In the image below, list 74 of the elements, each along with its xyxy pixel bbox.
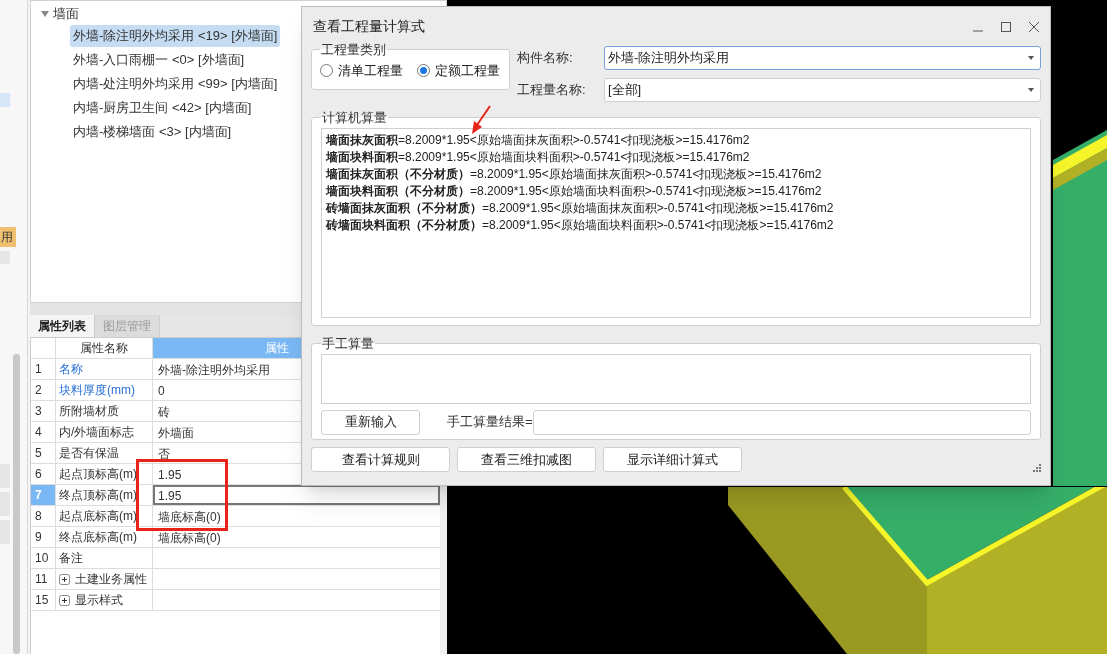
property-name: 备注 xyxy=(59,550,83,567)
tree-item[interactable]: 内墙-处注明外均采用 <99> [内墙面] xyxy=(70,73,281,95)
property-name: 所附墙材质 xyxy=(59,403,119,420)
property-name: 终点顶标高(m) xyxy=(59,487,137,504)
radio-button[interactable] xyxy=(417,63,430,77)
dialog-button[interactable]: 显示详细计算式 xyxy=(603,447,742,472)
dropdown-caret-icon xyxy=(1028,88,1034,92)
property-name: 块料厚度(mm) xyxy=(59,382,135,399)
row-number: 4 xyxy=(31,422,56,442)
row-number: 2 xyxy=(31,380,56,400)
scrollbar[interactable] xyxy=(13,354,20,654)
row-number: 7 xyxy=(31,485,56,505)
tree-item[interactable]: 外墙-除注明外均采用 <19> [外墙面] xyxy=(70,25,281,47)
window-title: 查看工程量计算式 xyxy=(313,17,426,36)
property-name: 起点顶标高(m) xyxy=(59,466,137,483)
row-number: 8 xyxy=(31,506,56,526)
dialog-button[interactable]: 查看三维扣减图 xyxy=(457,447,596,472)
group-legend: 计算机算量 xyxy=(321,108,388,128)
property-name: 名称 xyxy=(59,361,83,378)
sidebar-label[interactable]: 用 xyxy=(0,226,16,247)
field-label: 构件名称: xyxy=(517,49,574,68)
row-number: 15 xyxy=(31,590,56,610)
formula-line: 墙面块料面积（不分材质）=8.2009*1.95<原始墙面块料面积>-0.5741<扣现浇板>=15.4176m2 xyxy=(326,182,822,200)
property-value: 砖 xyxy=(157,404,171,421)
tree-item[interactable]: 外墙-入口雨棚一 <0> [外墙面] xyxy=(70,49,248,71)
formula-line: 墙面抹灰面积（不分材质）=8.2009*1.95<原始墙面抹灰面积>-0.5741<扣现浇板>=15.4176m2 xyxy=(326,165,822,183)
formula-line: 墙面块料面积=8.2009*1.95<原始墙面块料面积>-0.5741<扣现浇板>=15.4176m2 xyxy=(326,148,750,166)
formula-line: 墙面抹灰面积=8.2009*1.95<原始墙面抹灰面积>-0.5741<扣现浇板>=15.4176m2 xyxy=(326,131,750,149)
property-name: 土建业务属性 xyxy=(75,571,147,588)
close-icon[interactable] xyxy=(1028,20,1040,33)
row-number: 1 xyxy=(31,359,56,379)
tree-node[interactable]: 墙面 xyxy=(53,4,79,24)
dropdown[interactable]: [全部] xyxy=(604,78,1041,102)
maximize-icon[interactable] xyxy=(1000,20,1012,33)
property-name: 起点底标高(m) xyxy=(59,508,137,525)
resize-grip-icon[interactable] xyxy=(1033,464,1041,472)
radio-button[interactable] xyxy=(320,63,333,77)
manual-input-field[interactable] xyxy=(321,353,1031,404)
property-name: 显示样式 xyxy=(75,592,123,609)
radio-label[interactable]: 定额工程量 xyxy=(435,60,500,80)
property-value: 否 xyxy=(157,446,171,463)
property-value: 外墙面 xyxy=(157,425,195,442)
row-number: 9 xyxy=(31,527,56,547)
radio-label[interactable]: 清单工程量 xyxy=(338,60,403,80)
dropdown[interactable]: 外墙-除注明外均采用 xyxy=(604,46,1041,70)
formula-line: 砖墙面抹灰面积（不分材质）=8.2009*1.95<原始墙面抹灰面积>-0.5741<扣现浇板>=15.4176m2 xyxy=(326,199,834,217)
row-number: 10 xyxy=(31,548,56,568)
property-name: 终点底标高(m) xyxy=(59,529,137,546)
row-number: 3 xyxy=(31,401,56,421)
row-number: 6 xyxy=(31,464,56,484)
property-name: 内/外墙面标志 xyxy=(59,424,135,441)
property-value: 外墙-除注明外均采用 xyxy=(157,362,271,379)
property-value: 1.95 xyxy=(157,467,183,484)
result-field[interactable] xyxy=(533,409,1031,435)
group-legend: 工程量类别 xyxy=(320,40,387,60)
expand-icon[interactable] xyxy=(59,594,70,606)
reset-button[interactable]: 重新输入 xyxy=(321,409,420,435)
panel-tab[interactable]: 属性列表 xyxy=(30,315,95,337)
property-value: 墙底标高(0) xyxy=(157,530,222,547)
expand-icon[interactable] xyxy=(59,573,70,585)
dropdown-caret-icon xyxy=(1028,56,1034,60)
row-number: 11 xyxy=(31,569,56,589)
field-label: 工程量名称: xyxy=(517,81,587,100)
tree-item[interactable]: 内墙-楼梯墙面 <3> [内墙面] xyxy=(70,121,235,143)
row-number: 5 xyxy=(31,443,56,463)
formula-line: 砖墙面块料面积（不分材质）=8.2009*1.95<原始墙面块料面积>-0.5741<扣现浇板>=15.4176m2 xyxy=(326,216,834,234)
expand-triangle-icon[interactable] xyxy=(41,11,49,17)
dialog-button[interactable]: 查看计算规则 xyxy=(311,447,450,472)
annotation-arrow xyxy=(470,105,492,135)
property-value: 墙底标高(0) xyxy=(157,509,222,526)
result-label: 手工算量结果= xyxy=(447,413,533,432)
property-name: 是否有保温 xyxy=(59,445,119,462)
property-value: 0 xyxy=(157,383,166,400)
tree-item[interactable]: 内墙-厨房卫生间 <42> [内墙面] xyxy=(70,97,255,119)
